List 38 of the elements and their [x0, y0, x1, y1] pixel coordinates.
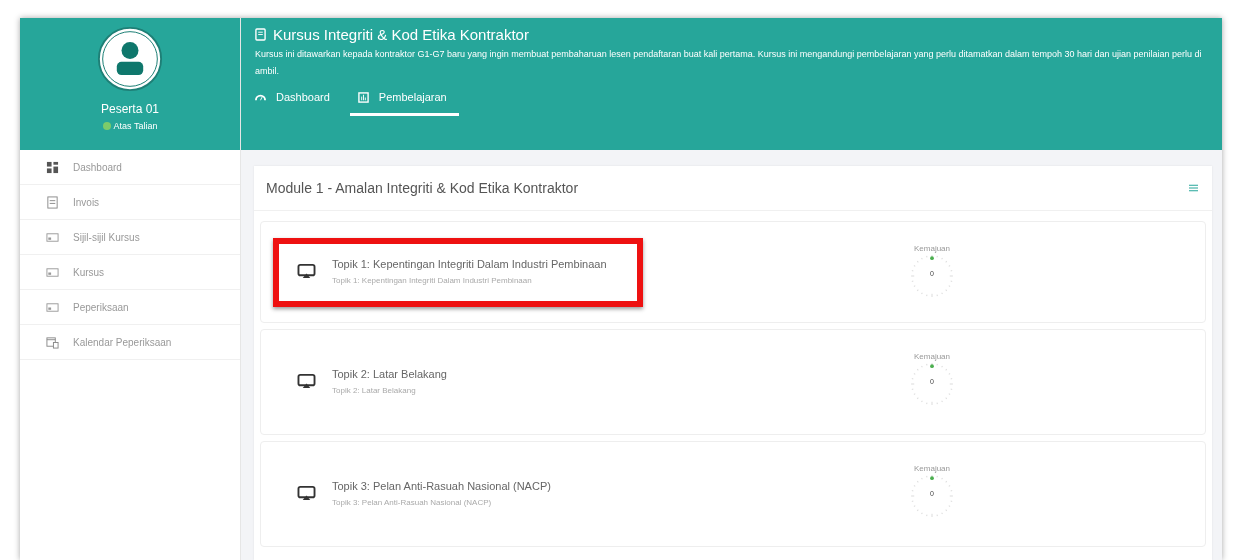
sidebar-item[interactable]: Kursus — [20, 255, 240, 290]
sidebar-item[interactable]: Invois — [20, 185, 240, 220]
progress-label: Kemajuan — [914, 352, 950, 361]
card-icon — [46, 265, 59, 279]
course-description: Kursus ini ditawarkan kepada kontraktor G1-G7 baru yang ingin membuat pembaharuan lesen pendaftaran buat kali pertama. Kursus ini mengandungi pembelajaran yang perlu ditamatkan dalam tempoh 30 hari dan ujian penilaian perlu di ambil. — [255, 48, 1203, 78]
screen-icon — [297, 484, 316, 502]
book-icon — [255, 28, 266, 41]
module-title: Module 1 - Amalan Integriti & Kod Etika Kontraktor — [266, 180, 579, 196]
chart-icon — [357, 91, 369, 103]
course-title: Kursus Integriti & Kod Etika Kontraktor — [273, 26, 529, 43]
topic-subtitle: Topik 1: Kepentingan Integriti Dalam Industri Pembinaan — [332, 275, 533, 285]
dial-icon — [909, 473, 955, 519]
screen-icon — [297, 262, 316, 280]
dial-icon — [909, 253, 955, 299]
document-icon — [46, 195, 59, 209]
topic-title: Topik 3: Pelan Anti-Rasuah Nasional (NACP) — [332, 479, 551, 492]
grid-icon — [46, 160, 59, 174]
status-text: Atas Talian — [113, 121, 158, 131]
user-name: Peserta 01 — [100, 102, 159, 116]
sidebar-item[interactable]: Peperiksaan — [20, 290, 240, 325]
dial-icon — [909, 361, 955, 407]
tab[interactable]: Pembelajaran — [349, 84, 459, 116]
calendar-icon — [46, 335, 59, 349]
menu-icon[interactable] — [1189, 184, 1198, 192]
sidebar-item[interactable]: Dashboard — [20, 150, 240, 185]
avatar-icon — [97, 26, 163, 92]
topic-subtitle: Topik 3: Pelan Anti-Rasuah Nasional (NACP) — [332, 497, 493, 507]
screen-icon — [297, 372, 316, 390]
card-icon — [46, 300, 59, 314]
sidebar-item[interactable]: Sijil-sijil Kursus — [20, 220, 240, 255]
tab[interactable]: Dashboard — [255, 84, 344, 116]
sidebar-item[interactable]: Kalendar Peperiksaan — [20, 325, 240, 360]
topic-subtitle: Topik 2: Latar Belakang — [332, 385, 417, 395]
progress-label: Kemajuan — [914, 464, 950, 473]
card-icon — [46, 230, 59, 244]
topic-title: Topik 1: Kepentingan Integriti Dalam Industri Pembinaan — [332, 257, 607, 270]
progress-label: Kemajuan — [914, 244, 950, 253]
topic-title: Topik 2: Latar Belakang — [332, 367, 447, 380]
